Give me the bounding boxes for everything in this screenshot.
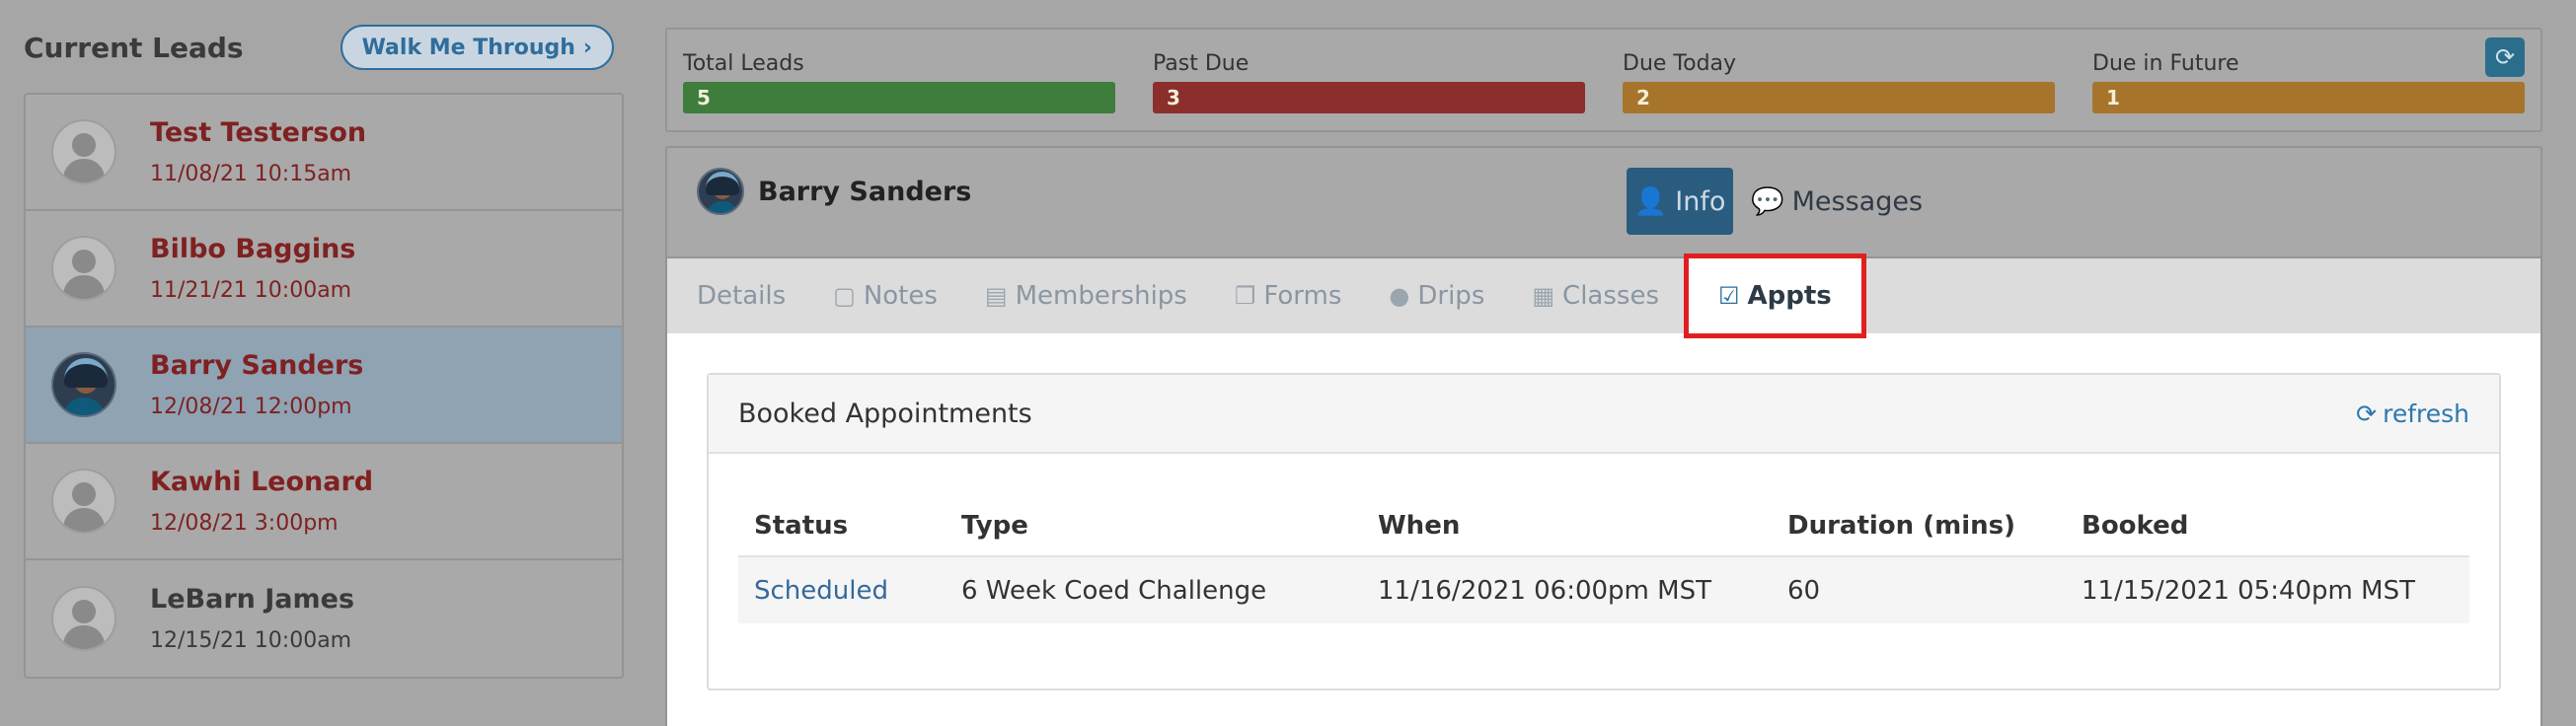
calendar-icon: ▦	[1532, 282, 1555, 310]
person-header: Barry Sanders	[697, 168, 971, 215]
leads-header: Current Leads Walk Me Through ›	[24, 18, 624, 77]
tab-label: Notes	[863, 281, 938, 311]
lead-date: 11/21/21 10:00am	[150, 278, 352, 303]
tab-details[interactable]: Details	[697, 281, 786, 311]
stat-due-future: Due in Future 1	[2092, 51, 2525, 113]
lead-item-bilbo-baggins[interactable]: Bilbo Baggins 11/21/21 10:00am	[26, 211, 622, 327]
column-header-when: When	[1378, 510, 1461, 541]
avatar-photo	[51, 352, 116, 417]
tab-label: Appts	[1747, 281, 1832, 311]
messages-label: Messages	[1791, 185, 1924, 217]
appointment-when: 11/16/2021 06:00pm MST	[1362, 555, 1772, 623]
tab-memberships[interactable]: ▤ Memberships	[985, 281, 1187, 311]
column-header-booked: Booked	[2082, 510, 2189, 541]
table-row: Scheduled 6 Week Coed Challenge 11/16/20…	[738, 555, 2469, 623]
refresh-appointments-link[interactable]: ⟳ refresh	[2356, 399, 2469, 428]
tab-label: Drips	[1417, 281, 1485, 311]
leads-panel: Current Leads Walk Me Through › Test Tes…	[24, 18, 624, 679]
stat-past-due: Past Due 3	[1153, 51, 1585, 113]
appointment-duration: 60	[1772, 555, 2066, 623]
lead-detail-panel: Barry Sanders 👤 Info 💬 Messages Details …	[665, 146, 2542, 726]
info-button[interactable]: 👤 Info	[1627, 168, 1733, 235]
lead-date: 12/08/21 3:00pm	[150, 511, 339, 536]
chevron-right-icon: ›	[582, 35, 592, 60]
stat-label: Total Leads	[683, 51, 804, 76]
leads-title: Current Leads	[24, 31, 244, 64]
lead-name: Barry Sanders	[150, 350, 364, 381]
files-icon: ❐	[1234, 282, 1256, 310]
stat-bar-total[interactable]: 5	[683, 82, 1115, 113]
avatar-placeholder-icon	[51, 586, 116, 651]
stat-label: Past Due	[1153, 51, 1250, 76]
appointment-type: 6 Week Coed Challenge	[946, 555, 1362, 623]
tab-label: Details	[697, 281, 787, 311]
lead-list: Test Testerson 11/08/21 10:15am Bilbo Ba…	[24, 93, 624, 679]
lead-item-lebarn-james[interactable]: LeBarn James 12/15/21 10:00am	[26, 560, 622, 677]
appointment-booked: 11/15/2021 05:40pm MST	[2066, 555, 2469, 623]
messages-button[interactable]: 💬 Messages	[1751, 185, 1924, 218]
refresh-icon: ⟳	[2356, 399, 2378, 428]
lead-name: LeBarn James	[150, 584, 355, 615]
tab-drips[interactable]: ● Drips	[1389, 281, 1484, 311]
lead-name: Kawhi Leonard	[150, 467, 374, 497]
tab-label: Memberships	[1015, 281, 1187, 311]
lead-date: 12/15/21 10:00am	[150, 628, 352, 653]
column-header-type: Type	[961, 510, 1028, 541]
detail-tabs: Details ▢ Notes ▤ Memberships ❐ Forms ● …	[667, 254, 2540, 338]
stat-total-leads: Total Leads 5	[683, 51, 1115, 113]
view-toggle: 👤 Info 💬 Messages	[1627, 168, 1923, 235]
lead-name: Test Testerson	[150, 117, 367, 148]
tab-appts[interactable]: ☑ Appts	[1684, 254, 1866, 338]
avatar-photo	[697, 168, 744, 215]
card-header: Booked Appointments ⟳ refresh	[709, 375, 2499, 454]
droplet-icon: ●	[1389, 282, 1410, 310]
lead-stats-panel: Total Leads 5 Past Due 3 Due Today 2 Due…	[665, 28, 2542, 132]
person-name: Barry Sanders	[758, 176, 972, 207]
stat-due-today: Due Today 2	[1623, 51, 2055, 113]
tab-label: Forms	[1263, 281, 1342, 311]
lead-item-kawhi-leonard[interactable]: Kawhi Leonard 12/08/21 3:00pm	[26, 444, 622, 560]
detail-header: Barry Sanders 👤 Info 💬 Messages	[667, 148, 2540, 256]
stat-bar-past-due[interactable]: 3	[1153, 82, 1585, 113]
lead-item-barry-sanders[interactable]: Barry Sanders 12/08/21 12:00pm	[26, 327, 622, 444]
tab-classes[interactable]: ▦ Classes	[1532, 281, 1659, 311]
tab-content: Booked Appointments ⟳ refresh Status Typ…	[667, 333, 2540, 726]
stat-label: Due in Future	[2092, 51, 2239, 76]
lead-item-test-testerson[interactable]: Test Testerson 11/08/21 10:15am	[26, 95, 622, 211]
lead-date: 12/08/21 12:00pm	[150, 395, 352, 419]
info-label: Info	[1675, 185, 1726, 217]
calendar-check-icon: ☑	[1718, 282, 1740, 310]
note-icon: ▢	[833, 282, 856, 310]
avatar-placeholder-icon	[51, 469, 116, 534]
column-header-duration: Duration (mins)	[1787, 510, 2015, 541]
lead-name: Bilbo Baggins	[150, 234, 356, 264]
id-card-icon: ▤	[984, 282, 1008, 310]
card-title: Booked Appointments	[738, 398, 1032, 429]
walk-me-through-button[interactable]: Walk Me Through ›	[340, 25, 614, 70]
lead-date: 11/08/21 10:15am	[150, 162, 352, 186]
stat-bar-due-today[interactable]: 2	[1623, 82, 2055, 113]
refresh-label: refresh	[2383, 399, 2469, 428]
table-header-row: Status Type When Duration (mins) Booked	[738, 495, 2469, 556]
stat-bar-due-future[interactable]: 1	[2092, 82, 2525, 113]
user-icon: 👤	[1633, 186, 1668, 217]
tab-forms[interactable]: ❐ Forms	[1235, 281, 1342, 311]
booked-appointments-card: Booked Appointments ⟳ refresh Status Typ…	[707, 373, 2501, 690]
walk-me-through-label: Walk Me Through	[361, 35, 575, 60]
appointments-table: Status Type When Duration (mins) Booked …	[738, 495, 2469, 623]
stat-label: Due Today	[1623, 51, 1737, 76]
avatar-placeholder-icon	[51, 236, 116, 301]
card-body: Status Type When Duration (mins) Booked …	[709, 454, 2499, 623]
tab-label: Classes	[1562, 281, 1659, 311]
refresh-icon: ⟳	[2494, 43, 2516, 71]
tab-notes[interactable]: ▢ Notes	[833, 281, 938, 311]
comments-icon: 💬	[1751, 186, 1784, 217]
refresh-stats-button[interactable]: ⟳	[2485, 37, 2525, 77]
column-header-status: Status	[754, 510, 849, 541]
appointment-status-link[interactable]: Scheduled	[738, 555, 946, 623]
avatar-placeholder-icon	[51, 119, 116, 184]
